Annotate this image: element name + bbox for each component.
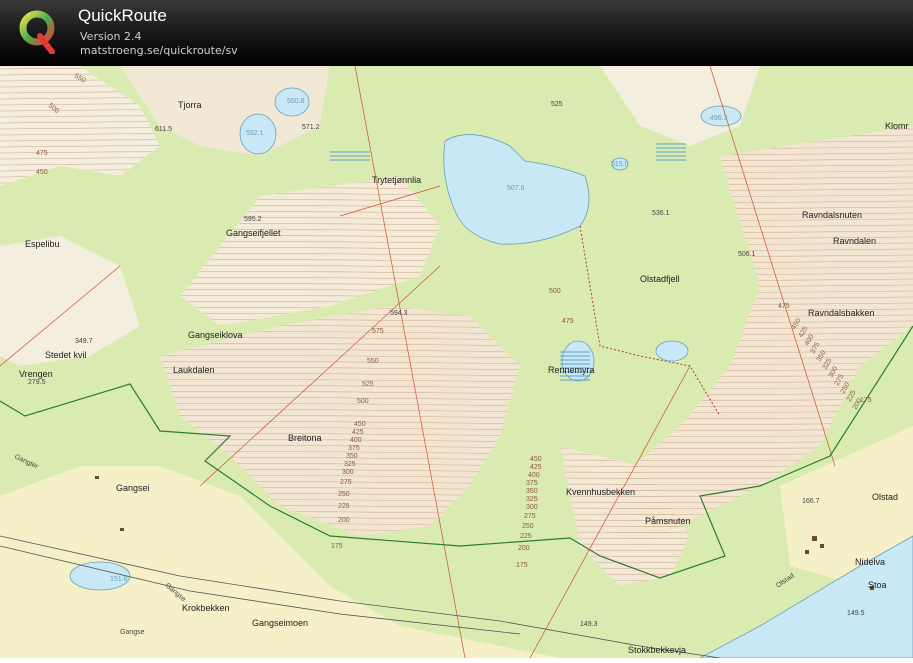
stack-left-2: 400 [350,437,362,444]
label-ravndalsbakken: Ravndalsbakken [808,308,875,318]
contour-175b: 175 [516,562,528,569]
elev-151: 151.6 [110,576,128,583]
label-olstad: Olstad [872,492,898,502]
label-klomr: Klomr [885,121,909,131]
stack-left-8: 250 [338,491,350,498]
elev-525: 525 [551,101,563,108]
contour-525: 525 [362,381,374,388]
stack-left-0: 450 [354,421,366,428]
elev-536: 536.1 [652,210,670,217]
label-nidelva: Nidelva [855,557,885,567]
elev-507: 507.6 [507,185,525,192]
elev-594: 594.3 [390,310,408,317]
stack-mid-9: 225 [520,533,532,540]
stack-mid-4: 350 [526,488,538,495]
elev-349: 349.7 [75,338,93,345]
stack-mid-0: 450 [530,456,542,463]
stack-mid-3: 375 [526,480,538,487]
label-gangsei: Gangsei [116,483,150,493]
elev-506: 506.1 [738,251,756,258]
stack-mid-1: 425 [530,464,542,471]
stack-mid-5: 325 [526,496,538,503]
label-ravndalen: Ravndalen [833,236,876,246]
elev-550-8: 550.8 [287,98,305,105]
stack-mid-8: 250 [522,523,534,530]
elev-166: 166.7 [802,498,820,505]
label-kvennhusbekken: Kvennhusbekken [566,487,635,497]
label-gangseifjellet: Gangseifjellet [226,228,281,238]
label-olstadfjell: Olstadfjell [640,274,680,284]
elev-611: 611.5 [155,126,172,133]
label-pramsnuten: Påmsnuten [645,516,691,526]
stack-left-10: 200 [338,517,350,524]
orienteering-map[interactable]: Tjorra Trytetjønnlia Gangseifjellet Espe… [0,65,913,659]
contour-475b: 475 [562,318,574,325]
stack-mid-2: 400 [528,472,540,479]
elev-149-3: 149.3 [580,621,598,628]
label-espelibu: Espelibu [25,239,60,249]
elev-279: 279.5 [28,379,46,386]
contour-475r: 475 [778,303,790,310]
elev-515: 515.0 [611,161,629,168]
stack-mid-10: 200 [518,545,530,552]
stack-left-1: 425 [352,429,364,436]
elev-496: 496.3 [710,115,728,122]
label-rennemyra: Rennemyra [548,365,595,375]
elev-475-tl: 475 [36,150,48,157]
label-gangse-bottom: Gangse [120,629,145,636]
label-laukdalen: Laukdalen [173,365,215,375]
contour-550: 550 [367,358,379,365]
elev-595: 595.2 [244,216,262,223]
stack-left-4: 350 [346,453,358,460]
label-stedet-kvil: Stedet kvil [45,350,87,360]
app-url-link[interactable]: matstroeng.se/quickroute/sv [80,44,238,57]
label-stokkbekkevja: Stokkbekkevja [628,645,686,655]
elev-450-tl: 450 [36,169,48,176]
elev-552: 552.1 [246,130,264,137]
stack-mid-6: 300 [526,504,538,511]
quickroute-logo-icon [18,8,58,55]
label-breitona: Breitona [288,433,322,443]
stack-left-7: 275 [340,479,352,486]
contour-500: 500 [357,398,369,405]
label-gangseiklova: Gangseiklova [188,330,243,340]
label-ravndalsnuten: Ravndalsnuten [802,210,862,220]
contour-575: 575 [372,328,384,335]
contour-500b: 500 [549,288,561,295]
label-tjorra: Tjorra [178,100,202,110]
app-title: QuickRoute [78,6,167,25]
elev-149-5: 149.5 [847,610,865,617]
stack-mid-7: 275 [524,513,536,520]
label-vrengen: Vrengen [19,369,53,379]
app-header: QuickRoute Version 2.4 matstroeng.se/qui… [0,0,913,66]
elev-571: 571.2 [302,124,320,131]
label-krokbekken: Krokbekken [182,603,230,613]
label-trytetjonnlia: Trytetjønnlia [372,175,421,185]
contour-175: 175 [331,543,343,550]
stack-left-6: 300 [342,469,354,476]
stack-left-5: 325 [344,461,356,468]
stack-left-9: 225 [338,503,350,510]
stack-left-3: 375 [348,445,360,452]
app-version: Version 2.4 [80,30,142,43]
label-gangseimoen: Gangseimoen [252,618,308,628]
label-stoa: Stoa [868,580,887,590]
